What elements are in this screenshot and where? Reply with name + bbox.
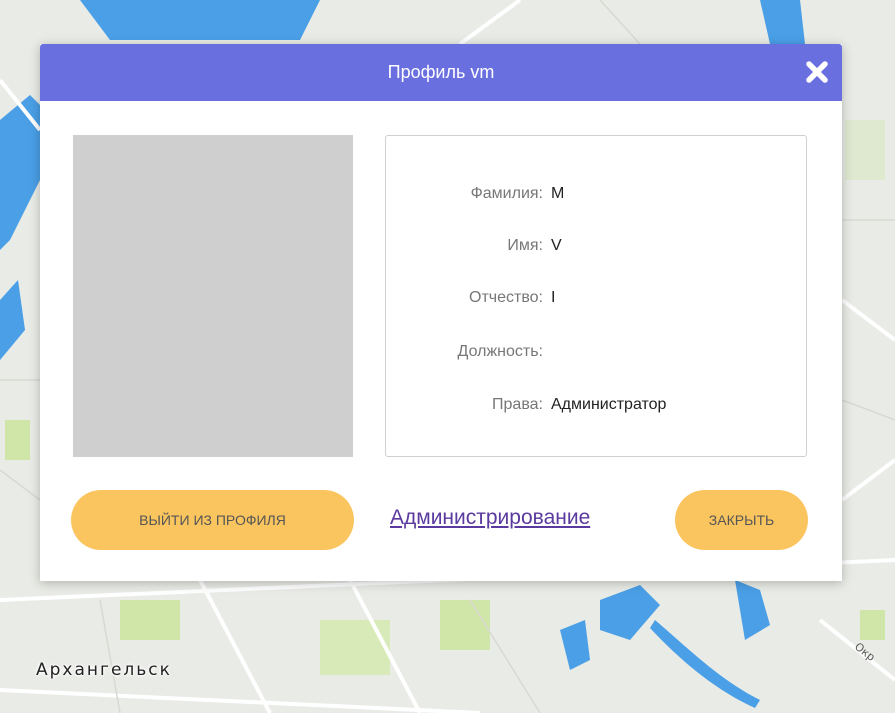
close-button[interactable]: ЗАКРЫТЬ xyxy=(675,490,808,550)
field-value: Администратор xyxy=(551,396,667,413)
field-row-lastname: Фамилия: M xyxy=(386,185,808,209)
field-label: Права: xyxy=(492,396,543,413)
field-row-position: Должность: xyxy=(386,343,808,367)
field-row-firstname: Имя: V xyxy=(386,237,808,261)
profile-info: Фамилия: M Имя: V Отчество: I Должность:… xyxy=(385,135,807,457)
close-x-icon[interactable] xyxy=(802,57,832,87)
river-water xyxy=(80,0,320,40)
profile-modal: Профиль vm Фамилия: M Имя: V Отчество: I… xyxy=(40,44,842,581)
admin-link[interactable]: Администрирование xyxy=(390,506,590,530)
field-value: M xyxy=(551,185,565,202)
field-value: V xyxy=(551,237,562,254)
field-row-rights: Права: Администратор xyxy=(386,396,808,420)
logout-button[interactable]: ВЫЙТИ ИЗ ПРОФИЛЯ xyxy=(71,490,354,550)
field-value: I xyxy=(551,289,556,306)
field-label: Фамилия: xyxy=(470,185,543,202)
user-photo xyxy=(73,135,353,457)
modal-title: Профиль vm xyxy=(387,62,495,82)
field-label: Отчество: xyxy=(469,289,543,306)
city-label: Архангельск xyxy=(36,660,172,680)
field-row-patronymic: Отчество: I xyxy=(386,289,808,313)
field-label: Имя: xyxy=(507,237,543,254)
field-label: Должность: xyxy=(457,343,543,360)
modal-header: Профиль vm xyxy=(40,44,842,101)
